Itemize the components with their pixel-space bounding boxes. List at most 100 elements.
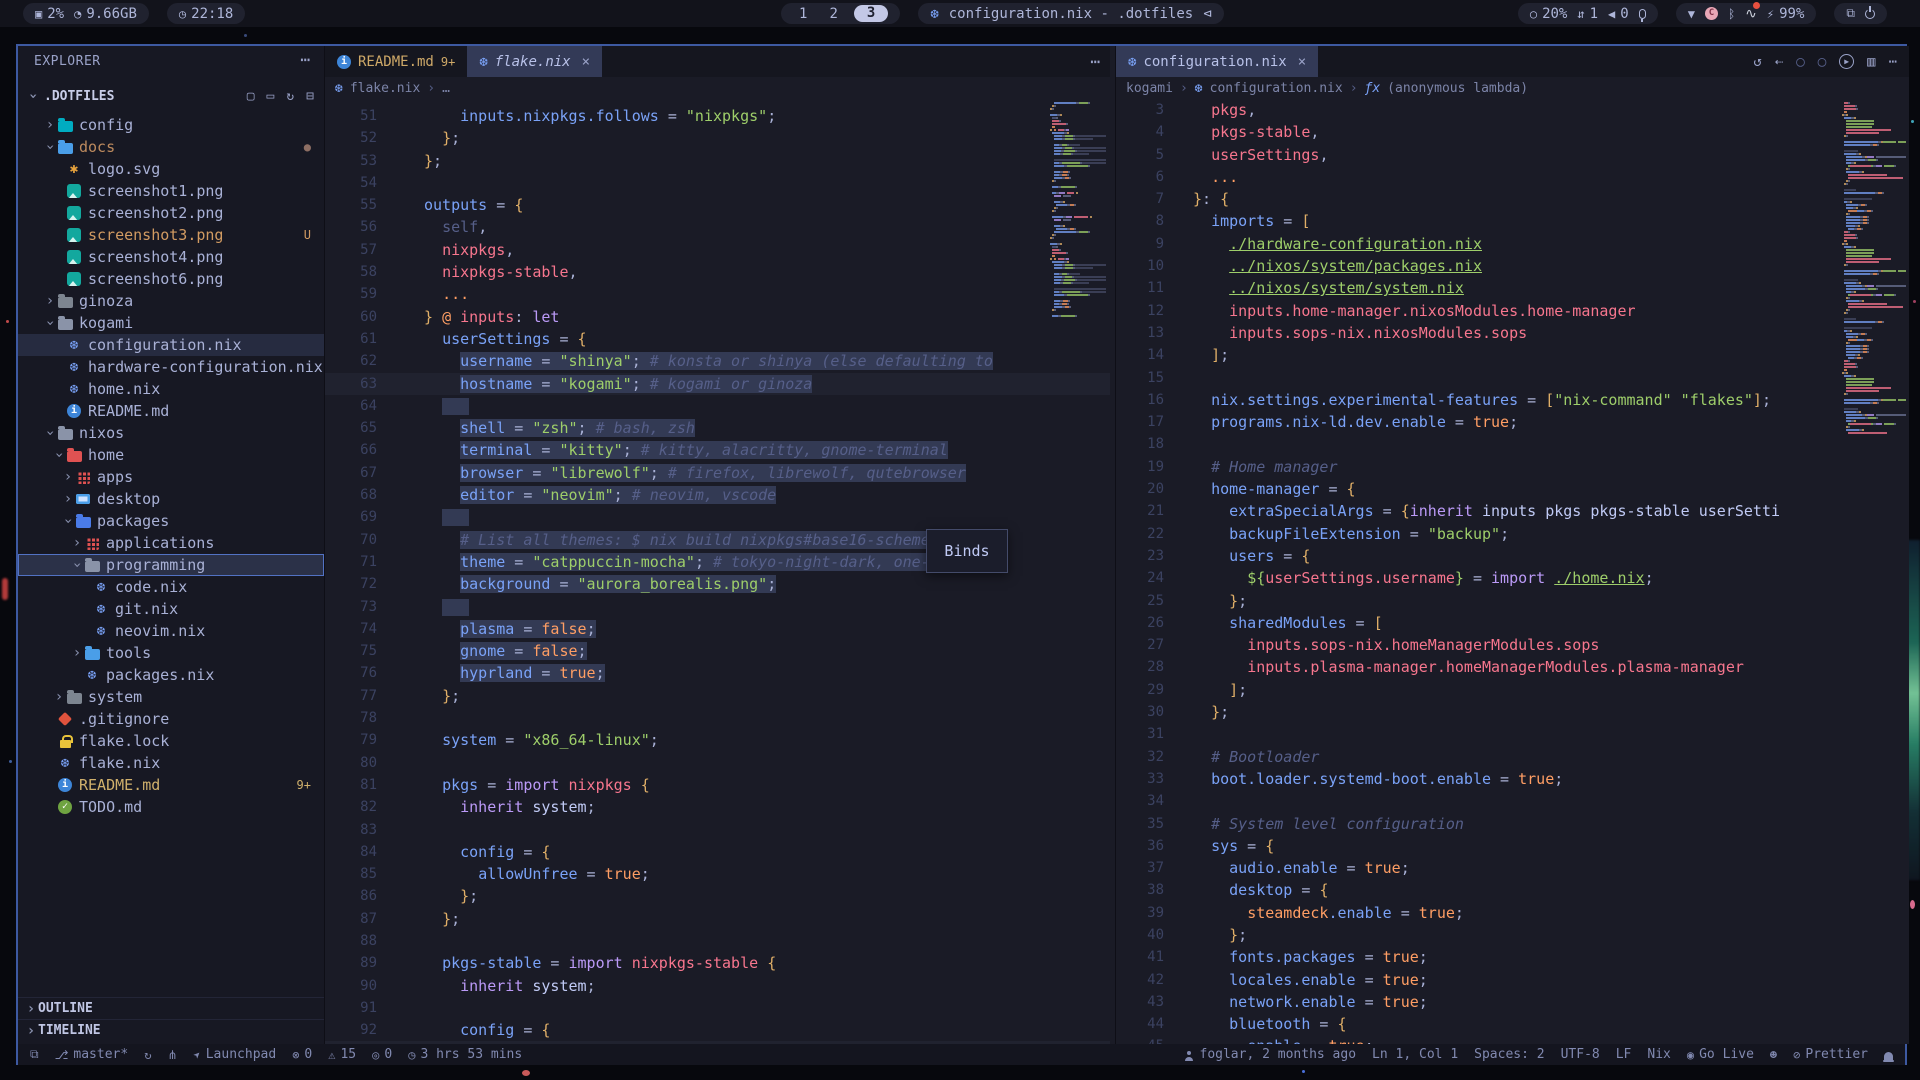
- breadcrumb-item[interactable]: kogami: [1126, 81, 1173, 96]
- tree-item-flake-lock[interactable]: flake.lock: [18, 730, 324, 752]
- timeline-icon[interactable]: ↺: [1753, 54, 1761, 70]
- new-file-icon[interactable]: ▢: [247, 89, 255, 104]
- workspace-button-3[interactable]: 3: [854, 5, 888, 22]
- status-item-error[interactable]: ⊗0: [292, 1047, 312, 1062]
- tree-item-readme-md[interactable]: iREADME.md: [18, 400, 324, 422]
- status-item-target[interactable]: ◎0: [372, 1047, 392, 1062]
- run-code-icon[interactable]: ▶: [1839, 54, 1854, 69]
- status-item-slash[interactable]: ⊘Prettier: [1793, 1047, 1868, 1062]
- tree-item-kogami[interactable]: ›kogami: [18, 312, 324, 334]
- circle-a-icon[interactable]: ◯: [1796, 54, 1804, 70]
- status-item-warning[interactable]: ⚠15: [328, 1047, 356, 1062]
- editor-tab-readme-md[interactable]: iREADME.md9+: [325, 46, 467, 77]
- tree-item-home-nix[interactable]: ❆home.nix: [18, 378, 324, 400]
- tree-item-apps[interactable]: ›apps: [18, 466, 324, 488]
- tree-item-todo-md[interactable]: ✓TODO.md: [18, 796, 324, 818]
- status-item-octoface[interactable]: ☻: [1770, 1048, 1777, 1062]
- workspace-button-2[interactable]: 2: [823, 6, 843, 22]
- tree-item-packages[interactable]: ›packages: [18, 510, 324, 532]
- line-number: 74: [325, 618, 377, 640]
- workspace-button-1[interactable]: 1: [793, 6, 813, 22]
- tree-item-config[interactable]: ›config: [18, 114, 324, 136]
- status-item-ln-1-col-1[interactable]: Ln 1, Col 1: [1372, 1047, 1458, 1062]
- token: steamdeck: [1247, 904, 1328, 922]
- token: true: [1383, 971, 1419, 989]
- circle-b-icon[interactable]: ◯: [1818, 54, 1826, 70]
- tree-item-code-nix[interactable]: ❆code.nix: [18, 576, 324, 598]
- tree-item-neovim-nix[interactable]: ❆neovim.nix: [18, 620, 324, 642]
- tree-item-nixos[interactable]: ›nixos: [18, 422, 324, 444]
- collapse-all-icon[interactable]: ⊟: [306, 89, 314, 104]
- status-item-lf[interactable]: LF: [1616, 1047, 1632, 1062]
- tree-item-home[interactable]: ›home: [18, 444, 324, 466]
- tree-item-system[interactable]: ›system: [18, 686, 324, 708]
- tree-item-screenshot2-png[interactable]: screenshot2.png: [18, 202, 324, 224]
- code-line-text: pkgs,: [1164, 99, 1256, 121]
- token: programs.nix-ld.dev.enable: [1211, 413, 1446, 431]
- close-icon[interactable]: ×: [582, 54, 590, 70]
- code-editor-configuration-nix[interactable]: 3 pkgs,4 pkgs-stable,5 userSettings,6 ..…: [1116, 99, 1909, 1044]
- tree-item-ginoza[interactable]: ›ginoza: [18, 290, 324, 312]
- tree-item-logo-svg[interactable]: ✱logo.svg: [18, 158, 324, 180]
- workspace-root-row[interactable]: › .DOTFILES ▢▭↻⊟: [18, 84, 324, 108]
- mic-icon[interactable]: [1639, 9, 1646, 19]
- tree-item-screenshot4-png[interactable]: screenshot4.png: [18, 246, 324, 268]
- editor-more-actions-icon[interactable]: ⋯: [1090, 52, 1100, 71]
- status-item-bell[interactable]: [1884, 1050, 1893, 1060]
- refresh-icon[interactable]: ↻: [286, 89, 294, 104]
- explorer-more-actions-icon[interactable]: ⋯: [300, 50, 310, 69]
- tree-item-hardware-configuration-nix[interactable]: ❆hardware-configuration.nix: [18, 356, 324, 378]
- status-item-clock[interactable]: ◷3 hrs 53 mins: [408, 1047, 522, 1062]
- line-number: 9: [1116, 233, 1164, 255]
- line-number: 29: [1116, 679, 1164, 701]
- minimap-1[interactable]: [1050, 102, 1106, 722]
- breadcrumb-item[interactable]: (anonymous lambda): [1387, 81, 1528, 96]
- status-item-git-graph[interactable]: ⋔: [167, 1048, 177, 1062]
- tree-item--gitignore[interactable]: .gitignore: [18, 708, 324, 730]
- code-line-text: [1164, 367, 1193, 389]
- power-icon[interactable]: [1865, 9, 1875, 19]
- editor-tab-configuration-nix[interactable]: ❆configuration.nix×: [1116, 46, 1318, 77]
- status-item-utf-8[interactable]: UTF-8: [1561, 1047, 1600, 1062]
- tree-item-screenshot1-png[interactable]: screenshot1.png: [18, 180, 324, 202]
- tree-item-screenshot6-png[interactable]: screenshot6.png: [18, 268, 324, 290]
- tree-item-configuration-nix[interactable]: ❆configuration.nix: [18, 334, 324, 356]
- tree-item-desktop[interactable]: ›desktop: [18, 488, 324, 510]
- tree-item-docs[interactable]: ›docs●: [18, 136, 324, 158]
- breadcrumb-1[interactable]: ❆flake.nix›…: [325, 77, 1110, 99]
- breadcrumb-item[interactable]: flake.nix: [350, 81, 420, 96]
- tree-item-flake-nix[interactable]: ❆flake.nix: [18, 752, 324, 774]
- status-item-remote[interactable]: ⧉: [30, 1047, 39, 1062]
- token: ;: [623, 441, 641, 459]
- back-icon[interactable]: ⇠: [1775, 54, 1783, 70]
- status-item-person[interactable]: foglar, 2 months ago: [1185, 1047, 1357, 1062]
- editor-tab-flake-nix[interactable]: ❆flake.nix×: [467, 46, 602, 77]
- tree-item-readme-md[interactable]: iREADME.md9+: [18, 774, 324, 796]
- breadcrumb-item[interactable]: configuration.nix: [1210, 81, 1343, 96]
- tree-item-git-nix[interactable]: ❆git.nix: [18, 598, 324, 620]
- topbar-value: 0: [1620, 6, 1628, 22]
- tree-item-screenshot3-png[interactable]: screenshot3.pngU: [18, 224, 324, 246]
- vscode-status-bar: ⧉ ⎇master* ↻ ⋔ ➤Launchpad ⊗0 ⚠15 ◎0 ◷3 hrs 53 mi…: [18, 1044, 1905, 1065]
- power-icon[interactable]: [1865, 9, 1875, 19]
- nix-icon: ❆: [1128, 54, 1136, 70]
- split-icon[interactable]: ▥: [1867, 54, 1875, 70]
- breadcrumb-item[interactable]: …: [442, 81, 450, 96]
- new-folder-icon[interactable]: ▭: [267, 89, 275, 104]
- status-item-sync[interactable]: ↻: [144, 1048, 151, 1062]
- tree-item-applications[interactable]: ›applications: [18, 532, 324, 554]
- status-item-nix[interactable]: Nix: [1647, 1047, 1670, 1062]
- status-item-broadcast[interactable]: ◉Go Live: [1687, 1047, 1754, 1062]
- status-item-spaces-2[interactable]: Spaces: 2: [1474, 1047, 1544, 1062]
- tree-item-packages-nix[interactable]: ❆packages.nix: [18, 664, 324, 686]
- outline-section[interactable]: ›OUTLINE: [18, 997, 324, 1019]
- minimap-2[interactable]: [1842, 102, 1906, 802]
- tree-item-tools[interactable]: ›tools: [18, 642, 324, 664]
- status-item-rocket[interactable]: ➤Launchpad: [194, 1047, 277, 1062]
- breadcrumb-2[interactable]: kogami›❆configuration.nix›ƒx(anonymous l…: [1116, 77, 1909, 99]
- timeline-section[interactable]: ›TIMELINE: [18, 1019, 324, 1041]
- more-icon[interactable]: ⋯: [1889, 54, 1897, 70]
- tree-item-programming[interactable]: ›programming: [18, 554, 324, 576]
- status-item-branch[interactable]: ⎇master*: [55, 1047, 129, 1062]
- close-icon[interactable]: ×: [1298, 54, 1306, 70]
